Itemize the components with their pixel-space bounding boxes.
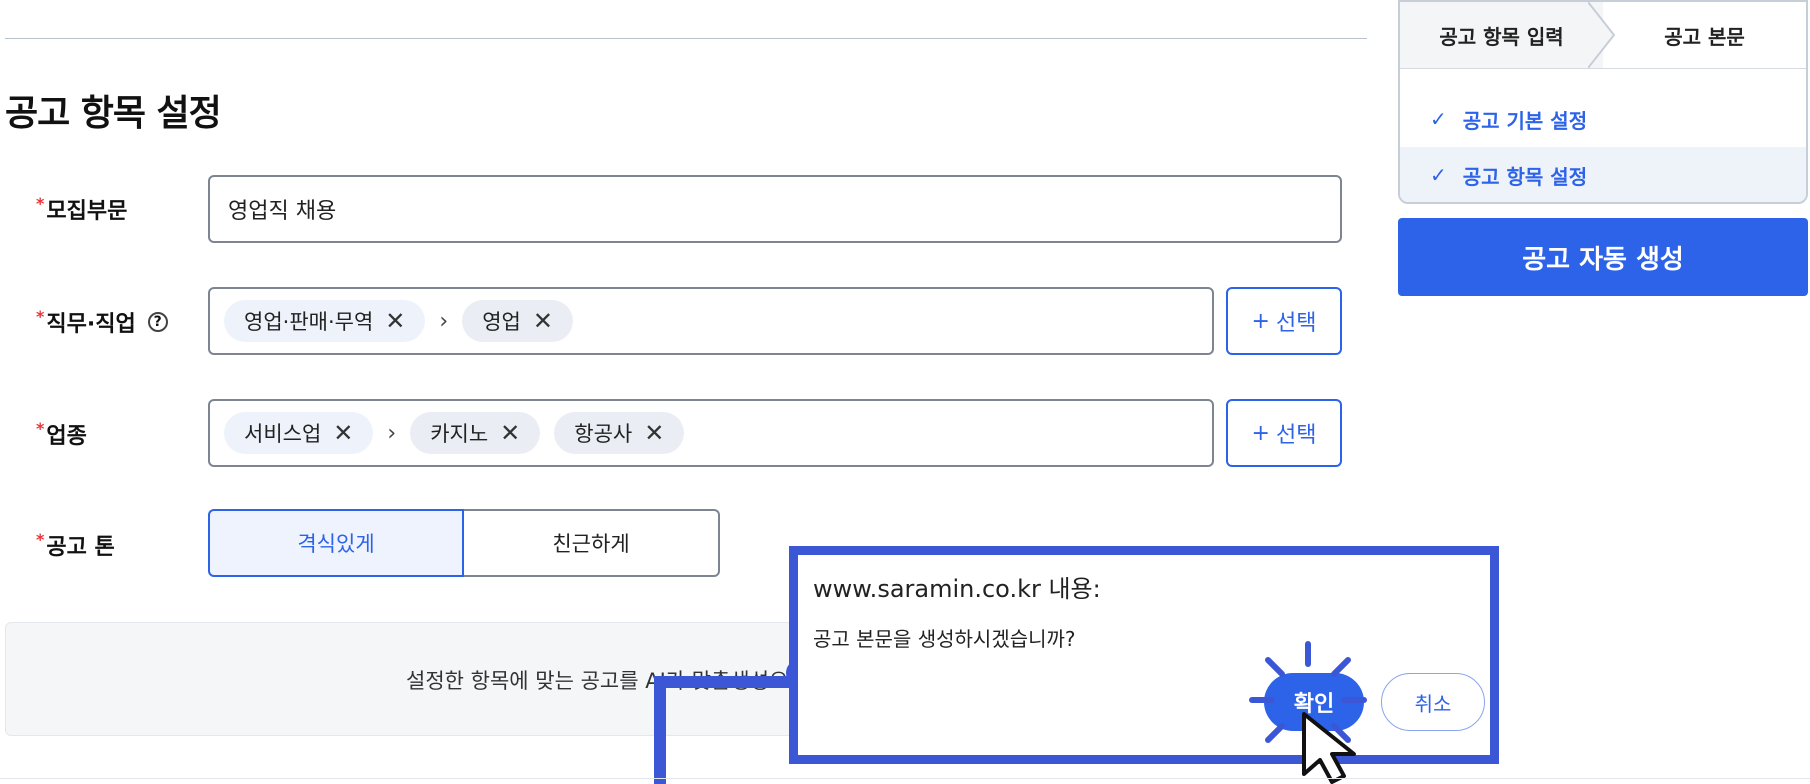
plus-icon: + [1251,308,1270,334]
question-circle-icon[interactable]: ? [147,312,168,332]
step-arrow-icon [1588,2,1616,68]
industry-select-label: 선택 [1275,423,1317,448]
industry-label-text: 업종 [46,424,87,449]
confirm-cancel-button[interactable]: 취소 [1381,673,1485,731]
job-chip-field[interactable]: 영업·판매·무역 ✕ › 영업 ✕ [208,287,1214,355]
bottom-divider [0,778,1810,779]
check-icon: ✓ [1430,107,1447,131]
tab-item-input[interactable]: 공고 항목 입력 [1400,2,1603,68]
stepper-panel: 공고 항목 입력 공고 본문 ✓ 공고 기본 설정 ✓ 공고 항목 설정 [1398,0,1808,204]
recruit-division-input[interactable] [208,175,1342,243]
job-chip: 영업·판매·무역 ✕ [224,300,426,342]
step-label: 공고 기본 설정 [1462,108,1588,133]
industry-chip-label: 항공사 [574,422,633,446]
required-mark: * [36,306,45,326]
annotation-line [654,676,800,688]
industry-chip: 서비스업 ✕ [224,412,374,454]
dialog-title: www.saramin.co.kr 내용: [813,575,1101,603]
step-item-settings[interactable]: ✓ 공고 항목 설정 [1400,147,1806,202]
industry-chip-label: 서비스업 [244,422,322,446]
industry-chip: 카지노 ✕ [410,412,541,454]
job-select-button[interactable]: + 선택 [1226,287,1342,355]
annotation-line [654,687,666,784]
check-icon: ✓ [1430,163,1447,187]
tone-friendly-button[interactable]: 친근하게 [464,509,720,577]
required-mark: * [36,193,45,213]
industry-select-button[interactable]: + 선택 [1226,399,1342,467]
required-mark: * [36,418,45,438]
step-label: 공고 항목 설정 [1462,164,1588,189]
industry-chip-label: 카지노 [430,422,489,446]
recruit-division-label-text: 모집부문 [46,199,128,224]
tone-label: * 공고 톤 [36,529,115,561]
chevron-right-icon: › [439,308,449,334]
close-icon[interactable]: ✕ [533,309,553,333]
confirm-dialog: www.saramin.co.kr 내용: 공고 본문을 생성하시겠습니까? 확… [789,546,1499,764]
tab-body[interactable]: 공고 본문 [1603,2,1806,68]
tone-formal-button[interactable]: 격식있게 [208,509,464,577]
job-chip: 영업 ✕ [462,300,573,342]
auto-generate-button[interactable]: 공고 자동 생성 [1398,218,1808,296]
step-tabs: 공고 항목 입력 공고 본문 [1400,2,1806,69]
close-icon[interactable]: ✕ [644,421,664,445]
job-label-text: 직무·직업 [46,312,136,337]
chevron-right-icon: › [387,420,397,446]
plus-icon: + [1251,420,1270,446]
tone-toggle-group: 격식있게 친근하게 [208,509,720,577]
mouse-cursor-icon [1302,712,1356,784]
section-title: 공고 항목 설정 [5,93,222,134]
step-basic-settings[interactable]: ✓ 공고 기본 설정 [1400,91,1806,147]
close-icon[interactable]: ✕ [385,309,405,333]
job-chip-label: 영업 [482,310,521,334]
close-icon[interactable]: ✕ [500,421,520,445]
industry-chip-field[interactable]: 서비스업 ✕ › 카지노 ✕ 항공사 ✕ [208,399,1214,467]
job-label: * 직무·직업 ? [36,306,168,338]
recruit-division-label: * 모집부문 [36,193,127,225]
industry-chip: 항공사 ✕ [554,412,685,454]
top-divider [5,38,1367,39]
close-icon[interactable]: ✕ [333,421,353,445]
industry-label: * 업종 [36,418,87,450]
job-select-label: 선택 [1275,311,1317,336]
dialog-message: 공고 본문을 생성하시겠습니까? [813,627,1076,651]
job-chip-label: 영업·판매·무역 [244,310,374,334]
tone-label-text: 공고 톤 [46,535,115,560]
required-mark: * [36,529,45,549]
